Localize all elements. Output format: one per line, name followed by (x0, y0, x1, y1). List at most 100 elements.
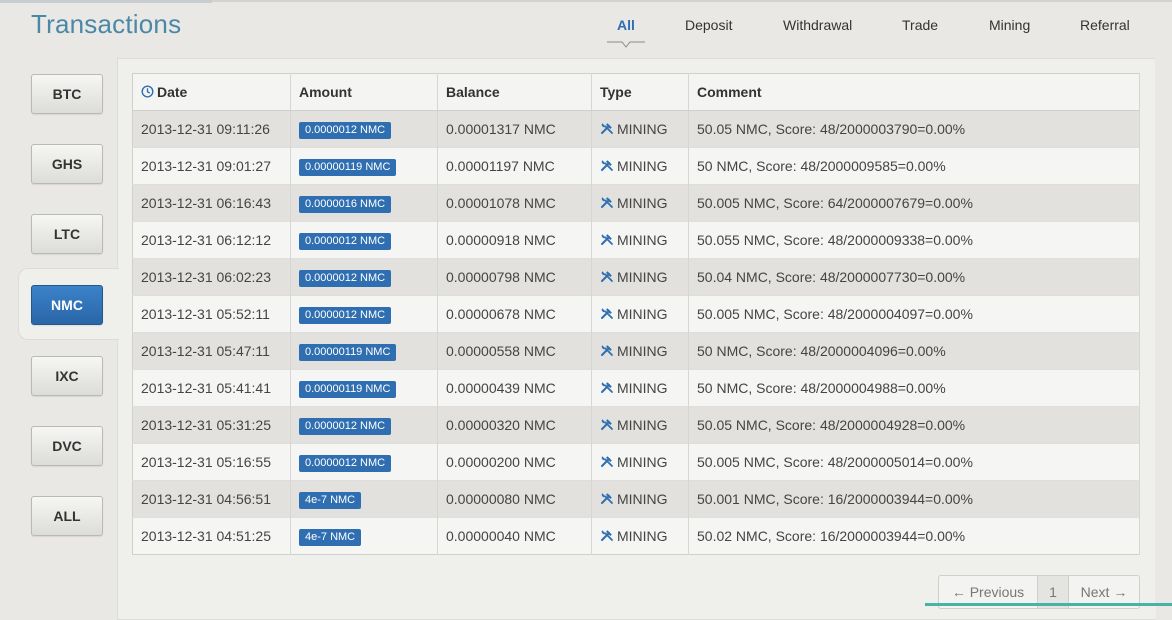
page-title: Transactions (31, 9, 182, 39)
comment-cell: 50.04 NMC, Score: 48/2000007730=0.00% (688, 258, 1140, 296)
type-label: MINING (617, 417, 668, 433)
amount-cell: 0.0000016 NMC (290, 184, 438, 222)
balance-cell: 0.00000080 NMC (437, 480, 592, 518)
type-cell: MINING (591, 332, 689, 370)
comment-cell: 50.001 NMC, Score: 16/2000003944=0.00% (688, 480, 1140, 518)
currency-button-ixc[interactable]: IXC (31, 356, 103, 396)
date-cell: 2013-12-31 06:02:23 (132, 258, 291, 296)
date-cell: 2013-12-31 04:51:25 (132, 517, 291, 555)
column-header-date[interactable]: Date (132, 73, 291, 111)
table-row: 2013-12-31 05:47:11 0.00000119 NMC 0.00000… (132, 332, 1140, 370)
balance-cell: 0.00000678 NMC (437, 295, 592, 333)
amount-cell: 4e-7 NMC (290, 517, 438, 555)
table-row: 2013-12-31 06:12:12 0.0000012 NMC 0.000009… (132, 221, 1140, 259)
tab-all[interactable]: All (617, 17, 635, 33)
transactions-table-body: 2013-12-31 09:11:26 0.0000012 NMC 0.000013… (132, 110, 1140, 555)
type-cell: MINING (591, 443, 689, 481)
table-row: 2013-12-31 05:16:55 0.0000012 NMC 0.000002… (132, 443, 1140, 481)
type-label: MINING (617, 343, 668, 359)
amount-badge: 4e-7 NMC (299, 491, 362, 509)
tools-icon (601, 271, 613, 282)
type-label: MINING (617, 528, 668, 544)
amount-badge: 0.0000012 NMC (299, 306, 392, 324)
balance-cell: 0.00000439 NMC (437, 369, 592, 407)
amount-cell: 4e-7 NMC (290, 480, 438, 518)
balance-cell: 0.00001317 NMC (437, 110, 592, 148)
amount-badge: 0.00000119 NMC (299, 158, 397, 176)
type-cell: MINING (591, 406, 689, 444)
date-cell: 2013-12-31 06:12:12 (132, 221, 291, 259)
tab-mining[interactable]: Mining (989, 17, 1030, 33)
date-cell: 2013-12-31 05:31:25 (132, 406, 291, 444)
comment-cell: 50 NMC, Score: 48/2000009585=0.00% (688, 147, 1140, 185)
currency-button-all[interactable]: ALL (31, 496, 103, 536)
date-cell: 2013-12-31 05:52:11 (132, 295, 291, 333)
currency-button-btc[interactable]: BTC (31, 74, 103, 114)
currency-button-ghs[interactable]: GHS (31, 144, 103, 184)
currency-button-nmc[interactable]: NMC (31, 285, 103, 325)
top-accent-bar (0, 0, 212, 3)
transactions-table: Date Amount Balance Type Comment 2013-12… (132, 73, 1140, 555)
amount-cell: 0.0000012 NMC (290, 443, 438, 481)
currency-button-ltc[interactable]: LTC (31, 214, 103, 254)
date-cell: 2013-12-31 05:16:55 (132, 443, 291, 481)
type-cell: MINING (591, 369, 689, 407)
comment-cell: 50.005 NMC, Score: 48/2000005014=0.00% (688, 443, 1140, 481)
amount-badge: 0.0000012 NMC (299, 269, 392, 287)
type-cell: MINING (591, 295, 689, 333)
column-header-type[interactable]: Type (591, 73, 689, 111)
comment-cell: 50.055 NMC, Score: 48/2000009338=0.00% (688, 221, 1140, 259)
column-header-amount[interactable]: Amount (290, 73, 438, 111)
tab-trade[interactable]: Trade (902, 17, 938, 33)
type-label: MINING (617, 454, 668, 470)
amount-badge: 0.0000012 NMC (299, 232, 392, 250)
tab-referral[interactable]: Referral (1080, 17, 1130, 33)
amount-badge: 0.0000012 NMC (299, 121, 392, 139)
comment-cell: 50.005 NMC, Score: 48/2000004097=0.00% (688, 295, 1140, 333)
tools-icon (601, 530, 613, 541)
comment-cell: 50 NMC, Score: 48/2000004988=0.00% (688, 369, 1140, 407)
amount-cell: 0.0000012 NMC (290, 221, 438, 259)
comment-cell: 50.05 NMC, Score: 48/2000003790=0.00% (688, 110, 1140, 148)
amount-cell: 0.0000012 NMC (290, 295, 438, 333)
balance-cell: 0.00001078 NMC (437, 184, 592, 222)
tools-icon (601, 345, 613, 356)
date-cell: 2013-12-31 06:16:43 (132, 184, 291, 222)
type-label: MINING (617, 232, 668, 248)
type-cell: MINING (591, 221, 689, 259)
date-header-label: Date (157, 84, 188, 100)
date-cell: 2013-12-31 04:56:51 (132, 480, 291, 518)
column-header-balance[interactable]: Balance (437, 73, 592, 111)
date-cell: 2013-12-31 09:01:27 (132, 147, 291, 185)
balance-cell: 0.00000558 NMC (437, 332, 592, 370)
balance-cell: 0.00000320 NMC (437, 406, 592, 444)
currency-button-dvc[interactable]: DVC (31, 426, 103, 466)
date-cell: 2013-12-31 05:41:41 (132, 369, 291, 407)
column-header-comment[interactable]: Comment (688, 73, 1140, 111)
tools-icon (601, 456, 613, 467)
type-label: MINING (617, 195, 668, 211)
amount-badge: 0.0000012 NMC (299, 454, 392, 472)
tab-withdrawal[interactable]: Withdrawal (783, 17, 852, 33)
clock-icon (141, 85, 154, 98)
tab-deposit[interactable]: Deposit (685, 17, 732, 33)
tools-icon (601, 234, 613, 245)
comment-cell: 50.05 NMC, Score: 48/2000004928=0.00% (688, 406, 1140, 444)
balance-cell: 0.00000200 NMC (437, 443, 592, 481)
type-cell: MINING (591, 110, 689, 148)
tools-icon (601, 382, 613, 393)
comment-cell: 50 NMC, Score: 48/2000004096=0.00% (688, 332, 1140, 370)
table-row: 2013-12-31 05:41:41 0.00000119 NMC 0.00000… (132, 369, 1140, 407)
balance-cell: 0.00000798 NMC (437, 258, 592, 296)
type-cell: MINING (591, 480, 689, 518)
table-row: 2013-12-31 05:31:25 0.0000012 NMC 0.000003… (132, 406, 1140, 444)
type-label: MINING (617, 158, 668, 174)
amount-cell: 0.0000012 NMC (290, 406, 438, 444)
amount-badge: 0.00000119 NMC (299, 380, 397, 398)
table-row: 2013-12-31 06:16:43 0.0000016 NMC 0.000010… (132, 184, 1140, 222)
type-cell: MINING (591, 147, 689, 185)
date-cell: 2013-12-31 09:11:26 (132, 110, 291, 148)
balance-cell: 0.00000040 NMC (437, 517, 592, 555)
balance-cell: 0.00001197 NMC (437, 147, 592, 185)
comment-cell: 50.005 NMC, Score: 64/2000007679=0.00% (688, 184, 1140, 222)
